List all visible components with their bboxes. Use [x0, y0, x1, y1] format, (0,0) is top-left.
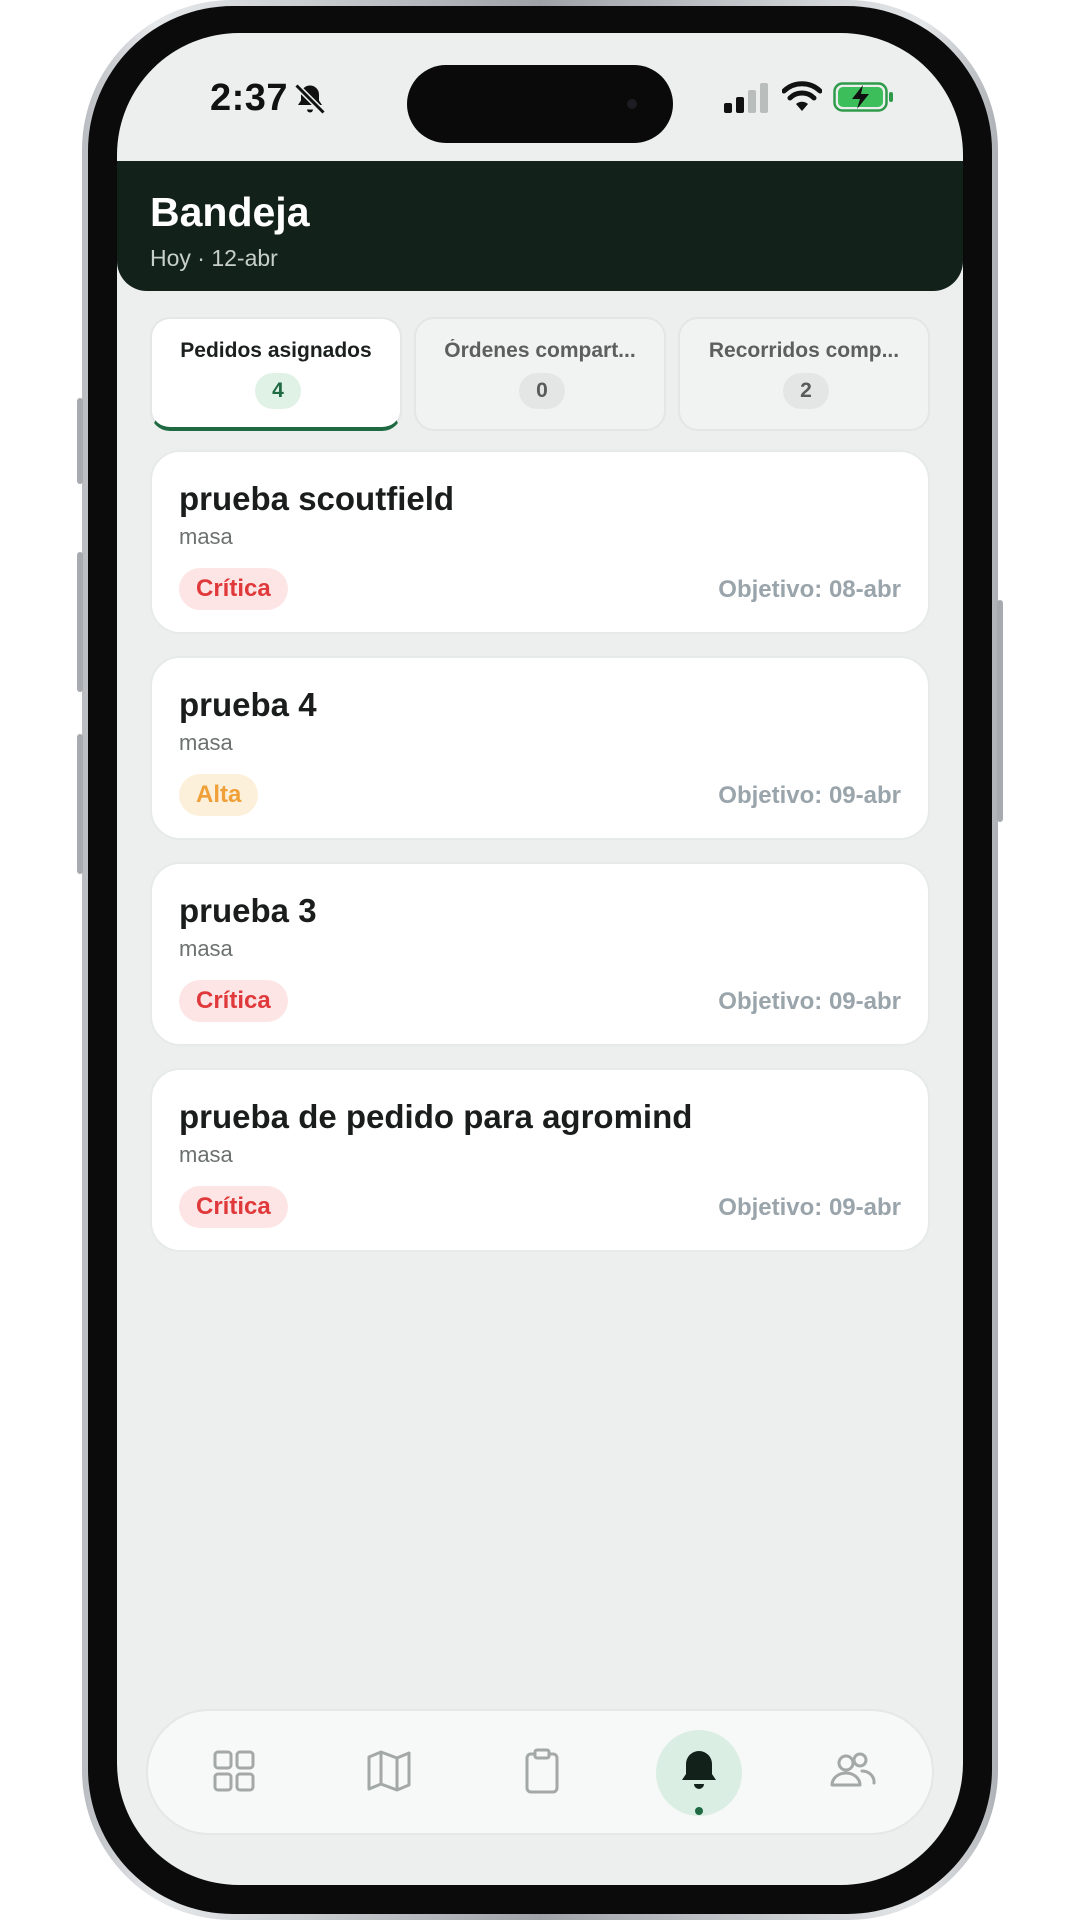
status-bar: 2:37 [117, 33, 963, 161]
map-icon [367, 1750, 411, 1792]
nav-dashboard[interactable] [204, 1741, 264, 1801]
priority-badge: Crítica [179, 1186, 288, 1228]
dynamic-island [407, 65, 673, 143]
battery-charging-icon [833, 82, 893, 112]
app-header: Bandeja Hoy · 12-abr [117, 161, 963, 291]
order-card[interactable]: prueba 3 masa Crítica Objetivo: 09-abr [150, 862, 930, 1046]
tab-label: Pedidos asignados [180, 339, 372, 362]
order-subtitle: masa [179, 524, 233, 549]
order-subtitle: masa [179, 730, 233, 755]
priority-badge: Crítica [179, 568, 288, 610]
priority-badge: Crítica [179, 980, 288, 1022]
volume-down-button [77, 734, 83, 874]
bell-icon [682, 1751, 716, 1789]
camera-lens [627, 99, 637, 109]
order-title: prueba 4 [179, 686, 317, 723]
page-subtitle: Hoy · 12-abr [150, 245, 278, 271]
nav-orders[interactable] [512, 1741, 572, 1801]
active-dot [695, 1807, 703, 1815]
order-title: prueba de pedido para agromind [179, 1098, 693, 1135]
order-goal-date: Objetivo: 09-abr [718, 782, 901, 809]
order-card[interactable]: prueba scoutfield masa Crítica Objetivo:… [150, 450, 930, 634]
nav-team[interactable] [822, 1741, 882, 1801]
tab-ordenes-compartidas[interactable]: Órdenes compart... 0 [414, 317, 666, 431]
wifi-icon [782, 81, 822, 111]
nav-inbox[interactable] [669, 1741, 729, 1801]
priority-badge: Alta [179, 774, 259, 816]
inbox-tabs: Pedidos asignados 4 Órdenes compart... 0… [150, 317, 930, 433]
grid-icon [213, 1750, 255, 1792]
order-title: prueba scoutfield [179, 480, 455, 517]
order-goal-date: Objetivo: 08-abr [718, 576, 901, 603]
order-goal-date: Objetivo: 09-abr [718, 988, 901, 1015]
order-goal-date: Objetivo: 09-abr [718, 1194, 901, 1221]
tab-count-badge: 4 [255, 373, 301, 409]
bell-off-icon [294, 83, 326, 115]
nav-map[interactable] [359, 1741, 419, 1801]
tab-pedidos-asignados[interactable]: Pedidos asignados 4 [150, 317, 402, 431]
status-time: 2:37 [210, 77, 289, 119]
tab-count-badge: 0 [519, 373, 565, 409]
volume-up-button [77, 552, 83, 692]
order-subtitle: masa [179, 1142, 233, 1167]
tab-count-badge: 2 [783, 373, 829, 409]
order-card[interactable]: prueba de pedido para agromind masa Crít… [150, 1068, 930, 1252]
tab-label: Órdenes compart... [444, 339, 636, 362]
order-title: prueba 3 [179, 892, 317, 929]
clipboard-icon [525, 1748, 559, 1794]
bottom-nav [146, 1709, 934, 1835]
action-button [77, 398, 83, 484]
cellular-signal-icon [724, 83, 768, 113]
tab-label: Recorridos comp... [708, 339, 900, 362]
phone-screen: 2:37 Bandeja Hoy · 12-abr Pedidos asigna… [117, 33, 963, 1885]
tab-recorridos-compartidos[interactable]: Recorridos comp... 2 [678, 317, 930, 431]
users-icon [830, 1752, 876, 1787]
order-card[interactable]: prueba 4 masa Alta Objetivo: 09-abr [150, 656, 930, 840]
power-button [997, 600, 1003, 822]
page-title: Bandeja [150, 189, 310, 235]
order-subtitle: masa [179, 936, 233, 961]
